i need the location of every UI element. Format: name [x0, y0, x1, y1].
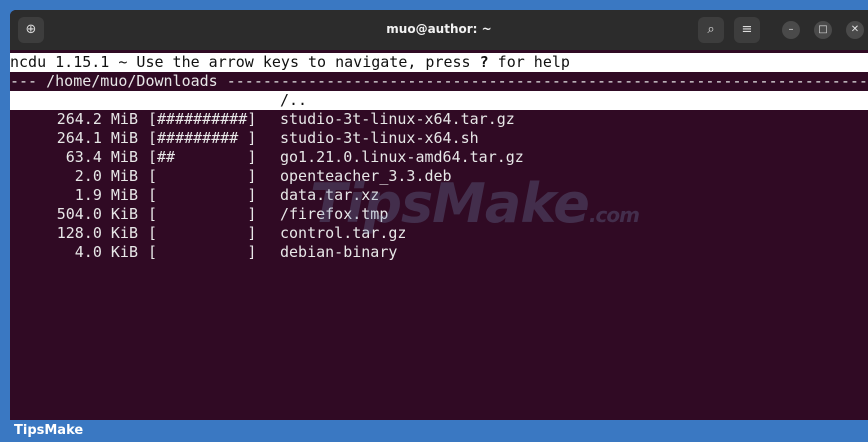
- title-bar: ⊕ muo@author: ~ ⌕ ≡ – □ ✕: [10, 10, 868, 50]
- usage-bar: [ ]: [148, 167, 257, 185]
- file-name: studio-3t-linux-x64.sh: [280, 129, 479, 147]
- search-icon[interactable]: ⌕: [698, 17, 724, 43]
- file-entry-row[interactable]: 63.4 MiB [## ] go1.21.0.linux-amd64.tar.gz: [10, 148, 868, 167]
- file-size: 2.0 MiB: [74, 167, 138, 185]
- usage-bar: [## ]: [148, 148, 257, 166]
- minimize-icon[interactable]: –: [782, 21, 800, 39]
- usage-bar: [ ]: [148, 224, 257, 242]
- file-entry-row[interactable]: 264.2 MiB [##########] studio-3t-linux-x64…: [10, 110, 868, 129]
- parent-directory-name: /..: [280, 91, 308, 109]
- usage-bar: [ ]: [148, 186, 257, 204]
- file-name: go1.21.0.linux-amd64.tar.gz: [280, 148, 524, 166]
- header-suffix: for help: [488, 53, 570, 71]
- file-size: 504.0 KiB: [56, 205, 138, 223]
- file-size: 1.9 MiB: [74, 186, 138, 204]
- terminal-window: ⊕ muo@author: ~ ⌕ ≡ – □ ✕ ncdu 1.15.1 ~ …: [10, 10, 868, 420]
- header-text: ncdu 1.15.1 ~ Use the arrow keys to navi…: [10, 53, 480, 71]
- maximize-icon[interactable]: □: [814, 21, 832, 39]
- hamburger-menu-icon[interactable]: ≡: [734, 17, 760, 43]
- file-entry-row[interactable]: 4.0 KiB [ ] debian-binary: [10, 243, 868, 262]
- file-size: 128.0 KiB: [56, 224, 138, 242]
- help-key: ?: [479, 53, 489, 71]
- file-entry-row[interactable]: 264.1 MiB [######### ] studio-3t-linux-x64…: [10, 129, 868, 148]
- file-size: 63.4 MiB: [65, 148, 138, 166]
- file-name: debian-binary: [280, 243, 398, 261]
- terminal-content[interactable]: ncdu 1.15.1 ~ Use the arrow keys to navi…: [10, 53, 868, 420]
- close-icon[interactable]: ✕: [846, 21, 864, 39]
- usage-bar: [##########]: [148, 110, 257, 128]
- usage-bar: [######### ]: [148, 129, 257, 147]
- watermark-logo: TipsMake.com: [310, 172, 640, 235]
- footer-brand: TipsMake: [0, 420, 868, 442]
- ncdu-header: ncdu 1.15.1 ~ Use the arrow keys to navi…: [10, 53, 868, 72]
- current-path: --- /home/muo/Downloads ----------------…: [10, 72, 868, 90]
- parent-directory-row[interactable]: /..: [10, 91, 868, 110]
- file-size: 4.0 KiB: [74, 243, 138, 261]
- file-name: studio-3t-linux-x64.tar.gz: [280, 110, 515, 128]
- file-size: 264.1 MiB: [56, 129, 138, 147]
- usage-bar: [ ]: [148, 243, 257, 261]
- file-size: 264.2 MiB: [56, 110, 138, 128]
- usage-bar: [ ]: [148, 205, 257, 223]
